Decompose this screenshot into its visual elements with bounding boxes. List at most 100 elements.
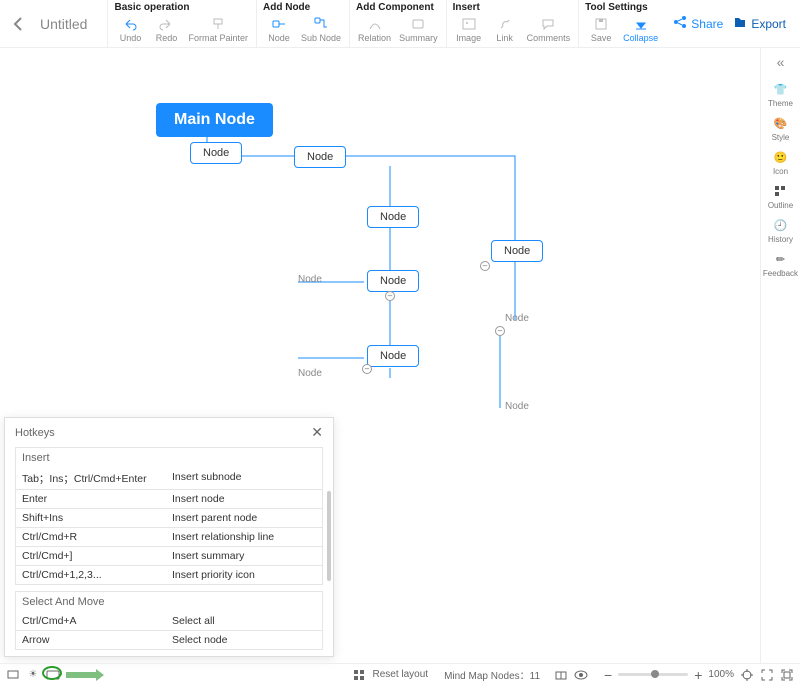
collapse-icon — [633, 16, 649, 32]
toolgroup-insert-title: Insert — [453, 2, 573, 13]
toolgroup-add-node: Add Node Node Sub Node — [256, 0, 349, 47]
insert-image-button[interactable]: Image — [453, 15, 485, 44]
subnode-icon — [313, 16, 329, 32]
hotkeys-close-button[interactable]: ✕ — [311, 424, 323, 441]
summary-icon — [410, 16, 426, 32]
toolgroup-tool-title: Tool Settings — [585, 2, 660, 13]
link-icon — [497, 16, 513, 32]
mindmap-node[interactable]: Node — [491, 240, 543, 262]
hotkeys-section-select: Select And Move — [15, 591, 323, 612]
history-icon: 🕘 — [771, 216, 789, 234]
toolgroup-tool-settings: Tool Settings Save Collapse — [578, 0, 666, 47]
hotkey-row: Ctrl/Cmd+1,2,3...Insert priority icon — [15, 566, 323, 585]
export-icon — [733, 15, 747, 32]
main-node[interactable]: Main Node — [156, 103, 273, 137]
hotkey-row: Tab；Ins；Ctrl/Cmd+EnterInsert subnode — [15, 468, 323, 490]
collapse-handle[interactable]: – — [495, 326, 505, 336]
right-panel: « 👕Theme 🎨Style 🙂Icon Outline 🕘History ✏… — [760, 48, 800, 663]
panel-theme[interactable]: 👕Theme — [768, 80, 793, 108]
zoom-value: 100% — [708, 669, 734, 680]
summary-button[interactable]: Summary — [397, 15, 440, 44]
zoom-out-button[interactable]: − — [604, 667, 612, 683]
panel-outline[interactable]: Outline — [768, 182, 793, 210]
panel-style[interactable]: 🎨Style — [772, 114, 790, 142]
save-icon — [593, 16, 609, 32]
toolgroup-add-component-title: Add Component — [356, 2, 440, 13]
collapse-handle[interactable]: – — [362, 364, 372, 374]
hotkey-row: Ctrl/Cmd+RInsert relationship line — [15, 528, 323, 547]
insert-link-button[interactable]: Link — [489, 15, 521, 44]
hotkeys-scrollbar[interactable] — [327, 491, 331, 581]
node-icon — [271, 16, 287, 32]
mindmap-node[interactable]: Node — [367, 345, 419, 367]
fullscreen-icon[interactable] — [760, 668, 774, 682]
zoom-in-button[interactable]: + — [694, 667, 702, 683]
mindmap-text-node[interactable]: Node — [505, 313, 529, 324]
green-arrow-annotation — [66, 670, 104, 680]
feedback-icon: ✏ — [771, 250, 789, 268]
keyboard-icon[interactable] — [46, 668, 60, 682]
mindmap-node[interactable]: Node — [367, 270, 419, 292]
format-painter-button[interactable]: Format Painter — [186, 15, 250, 44]
redo-button[interactable]: Redo — [150, 15, 182, 44]
bottom-bar: ☀ Reset layout Mind Map Nodes：11 − + 100… — [0, 663, 800, 685]
style-icon: 🎨 — [772, 114, 790, 132]
document-title[interactable]: Untitled — [40, 16, 87, 32]
collapse-handle[interactable]: – — [480, 261, 490, 271]
mindmap-node[interactable]: Node — [367, 206, 419, 228]
icon-icon: 🙂 — [772, 148, 790, 166]
mindmap-text-node[interactable]: Node — [298, 274, 322, 285]
share-button[interactable]: Share — [673, 15, 723, 32]
panel-history[interactable]: 🕘History — [768, 216, 793, 244]
fit-icon[interactable] — [740, 668, 754, 682]
hotkeys-panel: Hotkeys ✕ Insert Tab；Ins；Ctrl/Cmd+EnterI… — [4, 417, 334, 657]
collapse-panel-button[interactable]: « — [761, 54, 800, 70]
hotkey-row: Ctrl/Cmd+]Insert summary — [15, 547, 323, 566]
hotkey-row: EnterInsert node — [15, 490, 323, 509]
mindmap-text-node[interactable]: Node — [298, 368, 322, 379]
eye-icon[interactable] — [574, 668, 588, 682]
read-mode-icon[interactable] — [554, 668, 568, 682]
undo-icon — [122, 16, 138, 32]
layout-icon[interactable] — [352, 668, 366, 682]
save-button[interactable]: Save — [585, 15, 617, 44]
toolgroup-basic-title: Basic operation — [114, 2, 250, 13]
add-node-button[interactable]: Node — [263, 15, 295, 44]
hotkeys-section-insert: Insert — [15, 447, 323, 468]
mindmap-node[interactable]: Node — [294, 146, 346, 168]
panel-icon[interactable]: 🙂Icon — [772, 148, 790, 176]
theme-icon: 👕 — [772, 80, 790, 98]
add-subnode-button[interactable]: Sub Node — [299, 15, 343, 44]
mindmap-node[interactable]: Node — [190, 142, 242, 164]
image-icon — [461, 16, 477, 32]
presentation-icon[interactable] — [6, 668, 20, 682]
toolgroup-insert: Insert Image Link Comments — [446, 0, 579, 47]
zoom-slider[interactable] — [618, 673, 688, 676]
insert-comments-button[interactable]: Comments — [525, 15, 573, 44]
nodes-count-label: Mind Map Nodes：11 — [444, 667, 540, 682]
toolgroup-add-node-title: Add Node — [263, 2, 343, 13]
center-icon[interactable] — [780, 668, 794, 682]
export-button[interactable]: Export — [733, 15, 786, 32]
toolgroup-add-component: Add Component Relation Summary — [349, 0, 446, 47]
reset-layout-button[interactable]: Reset layout — [372, 669, 428, 680]
brightness-icon[interactable]: ☀ — [26, 668, 40, 682]
mindmap-text-node[interactable]: Node — [505, 401, 529, 412]
comments-icon — [540, 16, 556, 32]
hotkey-row: Shift+InsInsert parent node — [15, 509, 323, 528]
back-button[interactable] — [8, 14, 28, 34]
close-icon: ✕ — [311, 424, 323, 440]
redo-icon — [158, 16, 174, 32]
format-painter-icon — [210, 16, 226, 32]
share-icon — [673, 15, 687, 32]
hotkey-row: ArrowSelect node — [15, 631, 323, 650]
top-toolbar: Untitled Basic operation Undo Redo Forma… — [0, 0, 800, 48]
panel-feedback[interactable]: ✏Feedback — [763, 250, 798, 278]
outline-icon — [771, 182, 789, 200]
collapse-button[interactable]: Collapse — [621, 15, 660, 44]
toolgroup-basic: Basic operation Undo Redo Format Painter — [107, 0, 256, 47]
collapse-handle[interactable]: – — [385, 291, 395, 301]
undo-button[interactable]: Undo — [114, 15, 146, 44]
relation-button[interactable]: Relation — [356, 15, 393, 44]
relation-icon — [367, 16, 383, 32]
